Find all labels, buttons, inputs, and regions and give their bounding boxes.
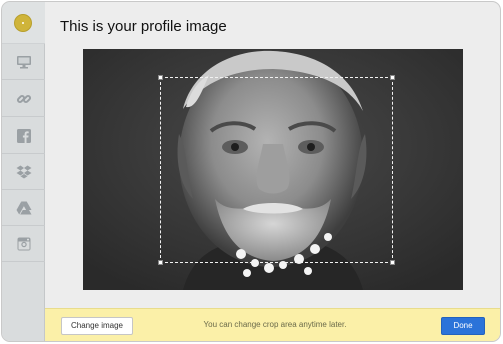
instagram-icon xyxy=(17,237,30,250)
google-drive-icon xyxy=(16,201,31,214)
sidebar-item-facebook[interactable] xyxy=(2,118,45,154)
dropbox-icon xyxy=(16,165,31,178)
link-icon xyxy=(16,94,31,103)
sidebar-item-instagram[interactable] xyxy=(2,226,45,262)
crop-area[interactable] xyxy=(158,75,395,265)
crop-hint-text: You can change crop area anytime later. xyxy=(203,320,347,329)
facebook-icon xyxy=(16,128,31,143)
sidebar-item-dropbox[interactable] xyxy=(2,154,45,190)
monitor-icon xyxy=(16,55,31,68)
profile-image-dialog: This is your profile image Change image … xyxy=(1,1,501,342)
source-sidebar xyxy=(2,2,45,341)
profile-photo xyxy=(83,49,463,290)
sidebar-item-google-drive[interactable] xyxy=(2,190,45,226)
sidebar-item-computer[interactable] xyxy=(2,44,45,80)
footer-bar: Change image You can change crop area an… xyxy=(45,308,500,341)
crop-handle-top-left[interactable] xyxy=(158,75,163,80)
dialog-title: This is your profile image xyxy=(60,18,227,35)
crop-handle-bottom-left[interactable] xyxy=(158,260,163,265)
app-logo xyxy=(14,14,32,32)
logo-area xyxy=(2,2,45,44)
crop-handle-top-right[interactable] xyxy=(390,75,395,80)
done-button[interactable]: Done xyxy=(441,317,485,335)
change-image-button[interactable]: Change image xyxy=(61,317,133,335)
sidebar-item-link[interactable] xyxy=(2,81,45,117)
crop-handle-bottom-right[interactable] xyxy=(390,260,395,265)
